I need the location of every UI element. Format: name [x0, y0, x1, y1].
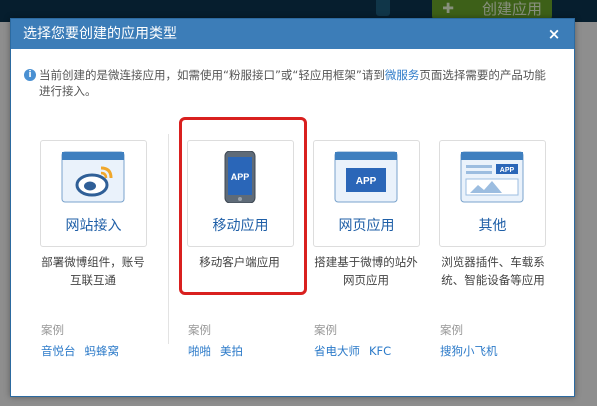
option-web-app[interactable]: APP 网页应用: [313, 140, 420, 247]
cases-label: 案例: [314, 323, 337, 337]
web-app-icon: APP: [334, 151, 398, 203]
option-desc-line: 搭建基于微博的站外: [314, 255, 418, 269]
microservice-link[interactable]: 微服务: [385, 68, 420, 82]
option-desc-line: 网页应用: [343, 273, 389, 287]
info-icon: i: [24, 69, 36, 81]
other-app-text: APP: [500, 167, 515, 174]
option-label: 网页应用: [338, 218, 395, 234]
option-desc: 部署微博组件，账号 互联互通: [34, 253, 152, 289]
option-website-access[interactable]: 网站接入: [40, 140, 147, 247]
case-link[interactable]: 美拍: [220, 344, 243, 358]
option-desc-line: 移动客户端应用: [199, 255, 280, 269]
option-label: 其他: [478, 218, 507, 234]
option-desc-line: 部署微博组件，账号: [41, 255, 145, 269]
case-links: 音悦台 蚂蜂窝: [41, 343, 128, 359]
case-links: 省电大师 KFC: [314, 343, 400, 359]
case-link[interactable]: 搜狗小飞机: [440, 344, 498, 358]
case-link[interactable]: 音悦台: [41, 344, 76, 358]
option-label: 网站接入: [65, 218, 122, 234]
option-other[interactable]: APP 其他: [439, 140, 546, 247]
option-desc-line: 互联互通: [70, 273, 116, 287]
create-app-dialog: 选择您要创建的应用类型 × i 当前创建的是微连接应用，如需使用“粉服接口”或“…: [10, 18, 575, 397]
case-link[interactable]: 蚂蜂窝: [85, 344, 120, 358]
case-link[interactable]: KFC: [369, 344, 391, 358]
weibo-logo-icon: [61, 151, 125, 203]
notice-text-1: 当前创建的是微连接应用，如需使用“粉服接口”或“轻应用框架”请到: [39, 68, 385, 82]
dialog-title-bar: 选择您要创建的应用类型 ×: [11, 19, 574, 49]
web-app-text: APP: [356, 176, 377, 187]
option-desc: 浏览器插件、车载系 统、智能设备等应用: [434, 253, 552, 289]
other-app-icon: APP: [460, 151, 524, 203]
case-link[interactable]: 啪啪: [188, 344, 211, 358]
divider: [168, 134, 169, 344]
cases-label: 案例: [188, 323, 211, 337]
case-links: 啪啪 美拍: [188, 343, 252, 359]
dialog-title: 选择您要创建的应用类型: [23, 26, 177, 42]
option-desc-line: 浏览器插件、车载系: [441, 255, 545, 269]
cases-label: 案例: [440, 323, 463, 337]
case-link[interactable]: 省电大师: [314, 344, 360, 358]
cases-label: 案例: [41, 323, 64, 337]
option-desc: 搭建基于微博的站外 网页应用: [307, 253, 425, 289]
notice: i 当前创建的是微连接应用，如需使用“粉服接口”或“轻应用框架”请到微服务页面选…: [24, 67, 554, 99]
case-links: 搜狗小飞机: [440, 343, 507, 359]
option-desc-line: 统、智能设备等应用: [441, 273, 545, 287]
option-desc: 移动客户端应用: [187, 253, 292, 271]
close-icon[interactable]: ×: [546, 19, 562, 49]
